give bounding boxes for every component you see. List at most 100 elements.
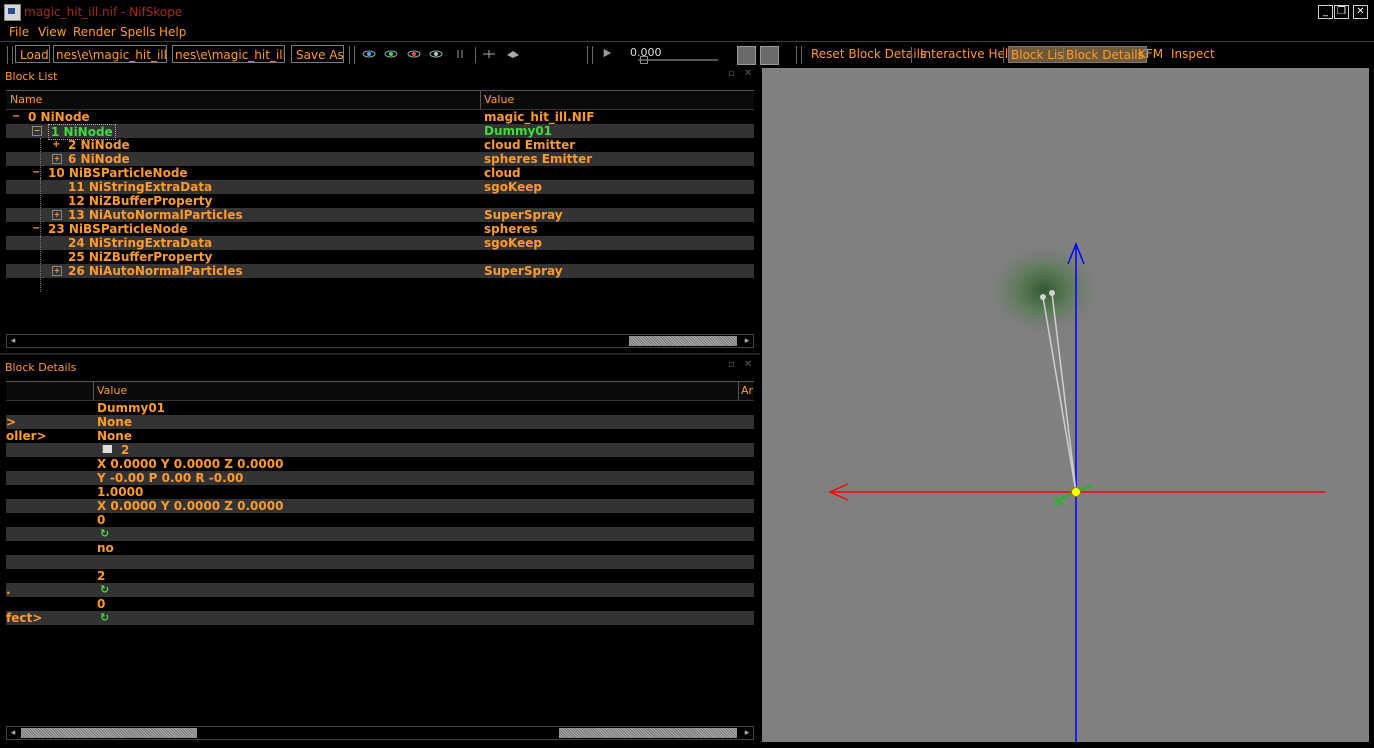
refresh-icon[interactable]: ↻ [100,583,109,597]
load-path-field[interactable]: nes\e\magic_hit_ill.nif [53,45,167,63]
details-row[interactable]: 0 [6,597,754,611]
eye-green-icon[interactable] [384,49,398,59]
time-slider[interactable] [638,59,718,61]
block-name[interactable]: 2 NiNode [68,138,130,152]
collapse-icon[interactable]: − [12,110,20,124]
bone-icon[interactable] [454,49,468,59]
block-name[interactable]: 6 NiNode [68,152,130,166]
details-row[interactable]: > None [6,415,754,429]
load-button[interactable]: Load [15,45,50,63]
tree-row[interactable]: 25 NiZBufferProperty [6,250,754,264]
refresh-icon[interactable]: ↻ [100,527,109,541]
tree-row[interactable]: 24 NiStringExtraData sgoKeep [6,236,754,250]
field-value[interactable]: 1.0000 [97,485,143,499]
tree-row[interactable]: +26 NiAutoNormalParticles SuperSpray [6,264,754,278]
block-name[interactable]: 10 NiBSParticleNode [48,166,188,180]
close-pane-icon[interactable]: ✕ [744,359,752,370]
minimize-button[interactable]: _ [1318,5,1333,19]
tree-row[interactable]: +6 NiNode spheres Emitter [6,152,754,166]
block-details-hscroll[interactable]: ◂ ▸ [6,726,754,740]
toolbar-grip[interactable] [587,46,593,64]
block-value[interactable]: spheres Emitter [484,152,592,166]
field-value[interactable]: X 0.0000 Y 0.0000 Z 0.0000 [97,457,283,471]
block-details-toggle[interactable]: Block Details [1063,46,1147,63]
column-name-header[interactable]: Name [10,93,42,106]
block-value[interactable]: magic_hit_ill.NIF [484,110,594,124]
render-viewport[interactable] [762,68,1369,742]
details-row[interactable]: 2 [6,569,754,583]
switch-icon[interactable] [760,46,779,65]
expand-icon[interactable]: + [52,138,60,152]
details-row[interactable]: fect> ↻ [6,611,754,625]
block-name[interactable]: 11 NiStringExtraData [68,180,212,194]
tree-row[interactable]: −1 NiNode Dummy01 [6,124,754,140]
details-row[interactable]: Dummy01 [6,401,754,415]
block-value[interactable]: spheres [484,222,538,236]
block-value[interactable]: sgoKeep [484,180,542,194]
details-row[interactable]: Y -0.00 P 0.00 R -0.00 [6,471,754,485]
block-value[interactable]: SuperSpray [484,264,563,278]
play-icon[interactable] [600,48,614,58]
eye-red-icon[interactable] [407,49,421,59]
scroll-right-icon[interactable]: ▸ [741,335,753,347]
field-value[interactable]: None [97,415,132,429]
scroll-thumb[interactable] [21,728,197,738]
field-value[interactable]: 2 [97,569,105,583]
flag-icon[interactable] [102,445,112,453]
details-row[interactable] [6,555,754,569]
loop-icon[interactable] [737,46,756,65]
block-name[interactable]: 26 NiAutoNormalParticles [68,264,243,278]
block-name[interactable]: 13 NiAutoNormalParticles [68,208,243,222]
block-value[interactable]: Dummy01 [484,124,552,138]
field-value[interactable]: None [97,429,132,443]
details-row[interactable]: ↻ [6,527,754,541]
close-pane-icon[interactable]: ✕ [744,68,752,79]
kfm-button[interactable]: KFM [1138,47,1163,61]
block-name[interactable]: 24 NiStringExtraData [68,236,212,250]
details-row[interactable]: X 0.0000 Y 0.0000 Z 0.0000 [6,457,754,471]
expand-icon[interactable]: + [52,154,62,164]
toolbar-grip[interactable] [349,46,355,64]
details-row[interactable]: X 0.0000 Y 0.0000 Z 0.0000 [6,499,754,513]
tree-row[interactable]: +2 NiNode cloud Emitter [6,138,754,152]
toolbar-grip[interactable] [7,46,13,64]
block-value[interactable]: SuperSpray [484,208,563,222]
field-value[interactable]: Y -0.00 P 0.00 R -0.00 [97,471,243,485]
details-row[interactable]: . ↻ [6,583,754,597]
block-list-hscroll[interactable]: ◂ ▸ [6,334,754,348]
block-value[interactable]: cloud [484,166,521,180]
expand-icon[interactable]: + [52,210,62,220]
menu-spells[interactable]: Spells [120,25,156,39]
column-argument-header[interactable]: Ar [741,384,753,397]
tree-row[interactable]: −10 NiBSParticleNode cloud [6,166,754,180]
column-value-header[interactable]: Value [97,384,127,397]
mesh-icon[interactable] [506,49,520,59]
block-list-toggle[interactable]: Block List [1008,46,1072,63]
details-row[interactable]: 1.0000 [6,485,754,499]
block-value[interactable]: cloud Emitter [484,138,575,152]
field-value[interactable]: no [97,541,114,555]
scroll-left-icon[interactable]: ◂ [7,727,19,739]
field-value[interactable]: 0 [97,513,105,527]
toolbar-grip[interactable] [796,46,802,64]
menu-help[interactable]: Help [159,25,186,39]
tree-row[interactable]: 12 NiZBufferProperty [6,194,754,208]
reset-block-details-button[interactable]: Reset Block Details [811,47,926,61]
tree-row[interactable]: −0 NiNode magic_hit_ill.NIF [6,110,754,124]
float-pane-icon[interactable]: ▫ [728,68,735,79]
scroll-left-icon[interactable]: ◂ [7,335,19,347]
block-name[interactable]: 12 NiZBufferProperty [68,194,212,208]
block-name[interactable]: 25 NiZBufferProperty [68,250,212,264]
collapse-icon[interactable]: − [32,126,42,136]
block-value[interactable]: sgoKeep [484,236,542,250]
interactive-help-button[interactable]: Interactive Help [920,47,1016,61]
field-value[interactable]: X 0.0000 Y 0.0000 Z 0.0000 [97,499,283,513]
refresh-icon[interactable]: ↻ [100,611,109,625]
float-pane-icon[interactable]: ▫ [728,359,735,370]
column-value-header[interactable]: Value [484,93,514,106]
details-row[interactable]: oller> None [6,429,754,443]
inspect-button[interactable]: Inspect [1171,47,1215,61]
scroll-thumb[interactable] [629,336,737,346]
restore-button[interactable]: ❐ [1334,5,1349,19]
eye-grey-icon[interactable] [429,49,443,59]
